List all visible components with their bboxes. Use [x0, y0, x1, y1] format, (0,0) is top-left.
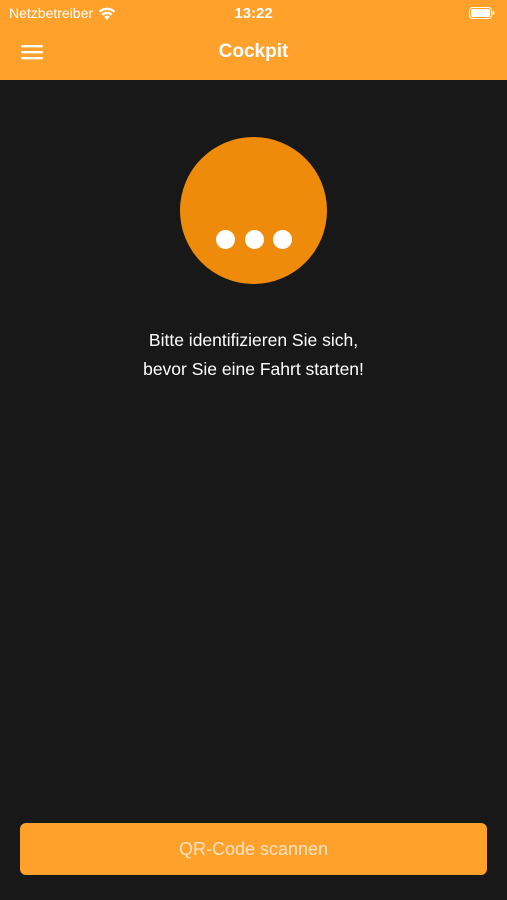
dot	[244, 230, 264, 249]
more-dots-icon	[216, 230, 292, 250]
dot	[216, 230, 235, 249]
battery-icon	[469, 7, 495, 19]
status-indicator	[180, 137, 327, 284]
top-bar: Netzbetreiber 13:22 Cockpit	[0, 0, 507, 80]
navigation-bar: Cockpit	[0, 28, 507, 80]
identification-message: Bitte identifizieren Sie sich, bevor Sie…	[0, 326, 507, 384]
cockpit-screen: Netzbetreiber 13:22 Cockpit Bitte identi…	[0, 0, 507, 900]
page-title: Cockpit	[218, 41, 289, 62]
dot	[273, 230, 292, 249]
scan-qr-code-button[interactable]: QR-Code scannen	[20, 823, 487, 875]
status-bar: Netzbetreiber 13:22	[0, 0, 507, 28]
message-line-1: Bitte identifizieren Sie sich,	[148, 330, 359, 350]
status-time: 13:22	[234, 5, 273, 22]
message-line-2: bevor Sie eine Fahrt starten!	[143, 359, 364, 379]
